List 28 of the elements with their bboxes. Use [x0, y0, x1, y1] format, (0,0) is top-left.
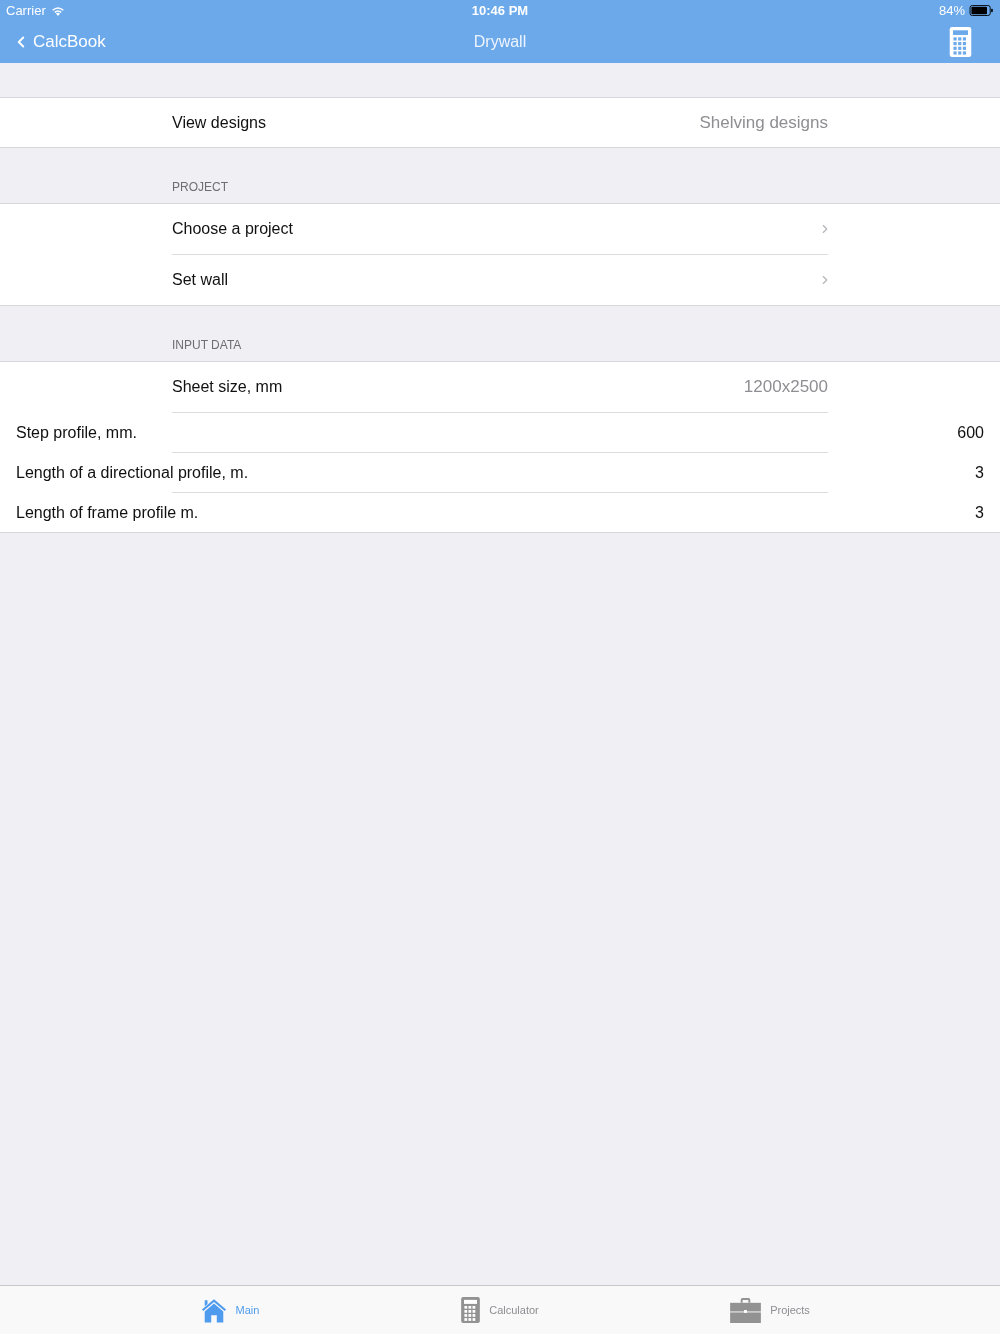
row-label: View designs: [172, 112, 266, 133]
carrier-label: Carrier: [6, 1, 46, 20]
section-header: PROJECT: [172, 179, 228, 196]
calculator-icon[interactable]: [949, 27, 972, 57]
briefcase-icon[interactable]: [730, 1297, 762, 1323]
input-field[interactable]: 3: [975, 500, 984, 525]
row-label: Set wall: [172, 270, 229, 290]
table-row[interactable]: Sheet size, mm 1200x2500: [0, 362, 1000, 412]
row-label: Length of frame profile m.: [16, 502, 199, 523]
table-row[interactable]: Set wall: [0, 255, 1000, 305]
input-field[interactable]: 600: [957, 420, 984, 445]
input-field[interactable]: 3: [975, 460, 984, 485]
row-label: Choose a project: [172, 219, 293, 239]
home-icon[interactable]: [200, 1297, 227, 1323]
battery-percentage: 84%: [938, 1, 965, 20]
nav-title: Drywall: [473, 32, 527, 52]
status-time: 10:46 PM: [471, 1, 529, 20]
row-label: Length of a directional profile, m.: [16, 462, 249, 483]
calculator-icon[interactable]: [461, 1297, 481, 1323]
battery-icon: [969, 5, 994, 16]
designs-row[interactable]: View designs Shelving designs: [0, 97, 1000, 148]
row-label: Step profile, mm.: [16, 422, 137, 443]
row-value: 1200x2500: [743, 376, 828, 399]
row-label: Sheet size, mm: [172, 377, 283, 397]
wifi-icon: [50, 5, 65, 16]
table-row[interactable]: Choose a project: [0, 204, 1000, 254]
row-value: Shelving designs: [699, 111, 828, 134]
section-header: INPUT DATA: [172, 337, 242, 354]
